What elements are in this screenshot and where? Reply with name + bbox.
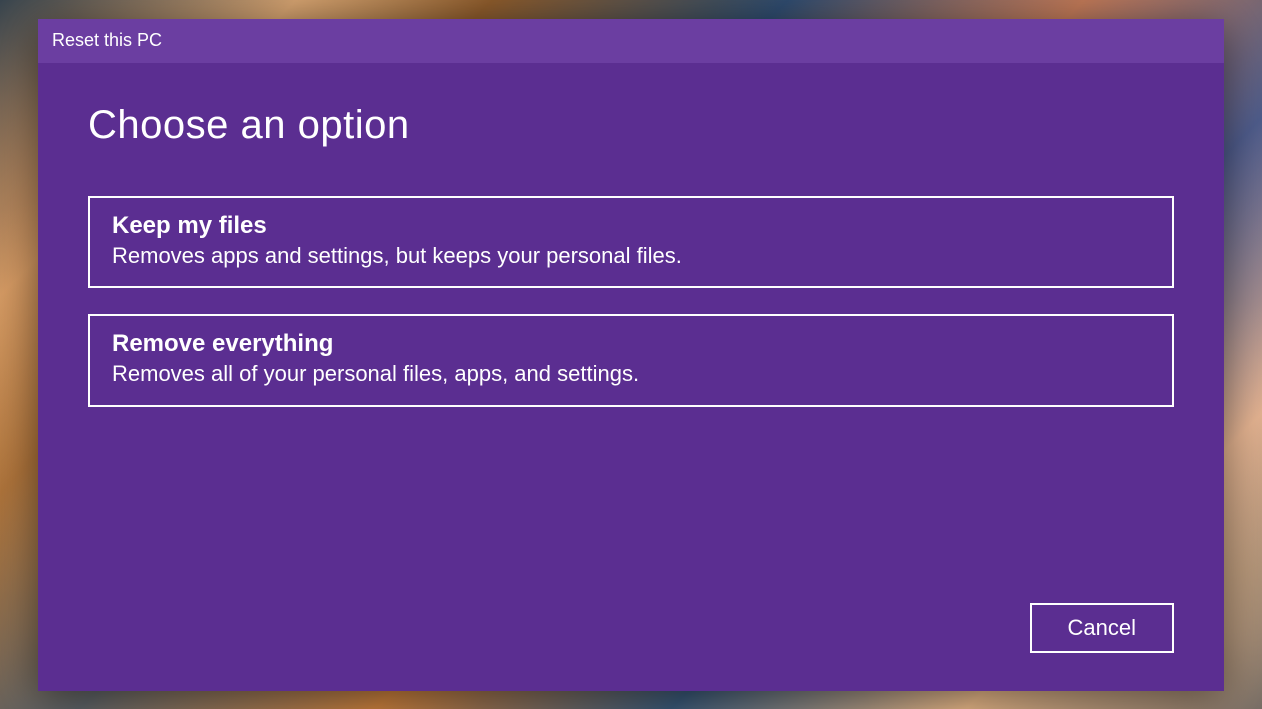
option-keep-my-files[interactable]: Keep my files Removes apps and settings,… [88, 196, 1174, 289]
cancel-button[interactable]: Cancel [1030, 603, 1174, 653]
option-description: Removes apps and settings, but keeps you… [112, 242, 1150, 271]
window-title: Reset this PC [52, 30, 162, 51]
option-title: Remove everything [112, 330, 1150, 358]
title-bar: Reset this PC [38, 19, 1224, 63]
reset-pc-dialog: Reset this PC Choose an option Keep my f… [38, 19, 1224, 691]
option-remove-everything[interactable]: Remove everything Removes all of your pe… [88, 314, 1174, 407]
dialog-footer: Cancel [88, 603, 1174, 661]
option-title: Keep my files [112, 212, 1150, 240]
dialog-content: Choose an option Keep my files Removes a… [38, 63, 1224, 691]
page-heading: Choose an option [88, 103, 1174, 148]
option-description: Removes all of your personal files, apps… [112, 360, 1150, 389]
options-list: Keep my files Removes apps and settings,… [88, 196, 1174, 407]
